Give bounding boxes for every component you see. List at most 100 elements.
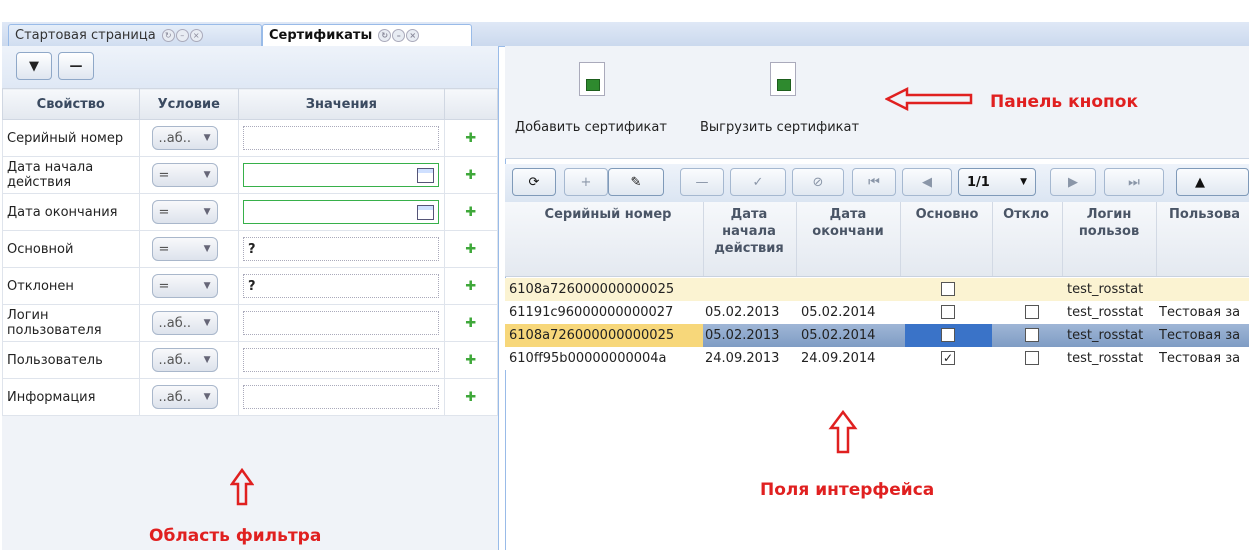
add-condition-icon[interactable]: ✚ [443, 156, 499, 194]
document-import-icon [579, 62, 605, 96]
filter-row: Дата начала действия = ▼ ✚ [2, 156, 499, 194]
filter-condition-cell: = ▼ [138, 156, 239, 194]
edit-row-button[interactable]: ✎ [608, 168, 664, 196]
table-row[interactable]: 61191c96000000000027 05.02.2013 05.02.2014… [505, 301, 1249, 324]
col-serial[interactable]: Серийный номер [513, 206, 703, 223]
calendar-icon[interactable] [416, 204, 434, 220]
first-page-button[interactable]: ⏮ [852, 168, 896, 196]
condition-select[interactable]: = ▼ [151, 237, 218, 261]
filter-row: Отклонен = ▼? ✚ [2, 267, 499, 305]
main-checkbox[interactable]: ✓ [941, 351, 955, 365]
apply-filter-button[interactable]: ▼ [16, 52, 52, 80]
filter-value-cell [237, 156, 445, 194]
close-icon[interactable]: × [189, 29, 203, 42]
main-checkbox[interactable] [941, 305, 955, 319]
main-checkbox[interactable] [941, 282, 955, 296]
delete-row-button[interactable]: — [680, 168, 724, 196]
refresh-icon[interactable]: ↻ [378, 29, 392, 42]
add-condition-icon[interactable]: ✚ [443, 193, 499, 231]
col-user[interactable]: Пользова [1160, 206, 1249, 223]
filter-value-input[interactable] [242, 385, 439, 409]
condition-select[interactable]: ..аб.. ▼ [151, 348, 218, 372]
col-start-date[interactable]: Дата начала действия [705, 206, 793, 257]
add-condition-icon[interactable]: ✚ [443, 230, 499, 268]
last-page-button[interactable]: ⏭ [1104, 168, 1164, 196]
header-condition: Условие [138, 88, 239, 120]
minimize-icon[interactable]: – [175, 29, 189, 42]
condition-select[interactable]: = ▼ [151, 163, 218, 187]
filter-value-input[interactable] [242, 200, 439, 224]
col-rejected[interactable]: Откло [994, 206, 1058, 223]
add-condition-icon[interactable]: ✚ [443, 267, 499, 305]
filter-value-input[interactable] [242, 163, 439, 187]
chevron-down-icon: ▼ [203, 170, 211, 180]
last-page-icon: ⏭ [1128, 174, 1140, 190]
add-condition-icon[interactable]: ✚ [443, 341, 499, 379]
next-page-button[interactable]: ▶ [1050, 168, 1096, 196]
page-select[interactable]: 1/1 ▼ [958, 168, 1036, 196]
filter-row: Логин пользователя ..аб.. ▼ ✚ [2, 304, 499, 342]
cell-start-date: 05.02.2013 [705, 328, 780, 343]
triangle-up-icon: ▲ [1195, 174, 1205, 190]
header-property: Свойство [2, 88, 140, 120]
filter-value-cell [237, 119, 445, 157]
prev-page-button[interactable]: ◀ [902, 168, 952, 196]
refresh-icon[interactable]: ↻ [161, 29, 175, 42]
table-row[interactable]: 610ff95b00000000004a 24.09.2013 24.09.2014… [505, 347, 1249, 370]
chevron-down-icon: ▼ [203, 133, 211, 143]
refresh-icon: ⟳ [528, 174, 540, 190]
filter-value: ? [247, 241, 256, 257]
add-condition-icon[interactable]: ✚ [443, 304, 499, 342]
filter-property: Серийный номер [2, 119, 140, 157]
cell-login: test_rosstat [1067, 282, 1144, 297]
tab-certificates[interactable]: Сертификаты ↻ – × [262, 24, 472, 46]
tab-start-page[interactable]: Стартовая страница ↻ – × [8, 24, 262, 46]
check-icon: ✓ [752, 174, 764, 190]
close-icon[interactable]: × [406, 29, 420, 42]
page-value: 1/1 [967, 174, 990, 190]
filter-value-input[interactable] [242, 126, 439, 150]
rejected-checkbox[interactable] [1025, 351, 1039, 365]
col-login[interactable]: Логин пользов [1064, 206, 1154, 240]
condition-select[interactable]: = ▼ [151, 200, 218, 224]
cell-user: Тестовая за [1159, 305, 1241, 320]
main-checkbox[interactable] [941, 328, 955, 342]
filter-property: Дата начала действия [2, 156, 140, 194]
add-condition-icon[interactable]: ✚ [443, 378, 499, 416]
calendar-icon[interactable] [416, 167, 434, 183]
minimize-icon[interactable]: – [392, 29, 406, 42]
add-row-button[interactable]: + [564, 168, 608, 196]
condition-select[interactable]: ..аб.. ▼ [151, 311, 218, 335]
condition-value: = [158, 204, 170, 220]
filter-value-input[interactable] [242, 348, 439, 372]
col-main[interactable]: Основно [904, 206, 990, 223]
filter-value-cell: ? [237, 267, 445, 305]
rejected-checkbox[interactable] [1025, 328, 1039, 342]
button-panel-label: Панель кнопок [990, 92, 1139, 112]
cell-end-date: 05.02.2014 [801, 328, 876, 343]
condition-select[interactable]: = ▼ [151, 274, 218, 298]
export-certificate-button[interactable]: Выгрузить сертификат [700, 62, 880, 142]
condition-select[interactable]: ..аб.. ▼ [151, 385, 218, 409]
filter-value-input[interactable]: ? [242, 274, 439, 298]
table-row[interactable]: 6108a726000000000025 test_rosstat [505, 278, 1249, 301]
confirm-button[interactable]: ✓ [730, 168, 786, 196]
condition-value: ..аб.. [158, 352, 192, 368]
cell-end-date: 05.02.2014 [801, 305, 876, 320]
condition-select[interactable]: ..аб.. ▼ [151, 126, 218, 150]
refresh-button[interactable]: ⟳ [512, 168, 556, 196]
filter-value-input[interactable] [242, 311, 439, 335]
filter-property-label: Серийный номер [7, 130, 124, 146]
cell-serial: 6108a726000000000025 [509, 328, 675, 343]
filter-value-cell: ? [237, 230, 445, 268]
clear-filter-button[interactable]: — [58, 52, 94, 80]
filter-value-input[interactable]: ? [242, 237, 439, 261]
add-condition-icon[interactable]: ✚ [443, 119, 499, 157]
add-certificate-button[interactable]: Добавить сертификат [515, 62, 690, 142]
col-end-date[interactable]: Дата окончани [798, 206, 898, 240]
filter-property-label: Логин пользователя [7, 308, 102, 338]
rejected-checkbox[interactable] [1025, 305, 1039, 319]
cancel-button[interactable]: ⊘ [792, 168, 844, 196]
table-row[interactable]: 6108a726000000000025 05.02.2013 05.02.2014… [505, 324, 1249, 347]
sort-up-button[interactable]: ▲ [1176, 168, 1249, 196]
